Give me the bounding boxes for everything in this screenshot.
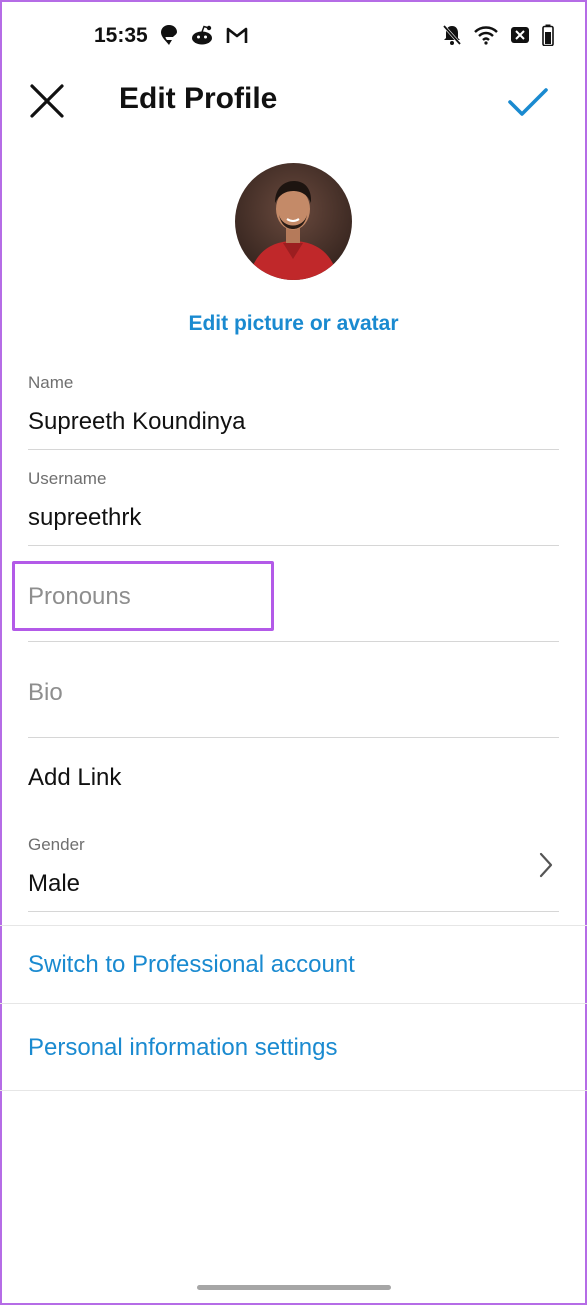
pronouns-highlight-box xyxy=(12,561,274,631)
mute-bell-icon xyxy=(442,25,462,45)
name-label: Name xyxy=(28,373,74,392)
notification-icons xyxy=(160,24,248,46)
bio-placeholder: Bio xyxy=(28,679,63,706)
wifi-icon xyxy=(474,26,498,45)
status-time: 15:35 xyxy=(94,24,148,47)
name-field[interactable]: Name Supreeth Koundinya xyxy=(28,368,559,450)
page-title: Edit Profile xyxy=(119,82,278,115)
chevron-right-icon[interactable] xyxy=(537,851,555,879)
personal-info-settings-link[interactable]: Personal information settings xyxy=(28,1034,338,1062)
name-value: Supreeth Koundinya xyxy=(28,408,246,435)
username-label: Username xyxy=(28,469,107,488)
battery-icon xyxy=(542,24,554,46)
profile-avatar[interactable] xyxy=(235,163,352,280)
divider xyxy=(0,1003,587,1004)
gender-label: Gender xyxy=(28,835,85,854)
gmail-icon xyxy=(226,27,248,43)
top-app-bar: Edit Profile xyxy=(0,72,587,132)
home-indicator[interactable] xyxy=(197,1285,391,1290)
swiggy-icon xyxy=(161,25,177,45)
bio-field[interactable]: Bio xyxy=(28,656,559,738)
add-link-button[interactable]: Add Link xyxy=(28,764,121,792)
divider xyxy=(0,925,587,926)
username-field[interactable]: Username supreethrk xyxy=(28,464,559,546)
edit-picture-link[interactable]: Edit picture or avatar xyxy=(0,312,587,336)
switch-professional-link[interactable]: Switch to Professional account xyxy=(28,951,355,979)
system-icons xyxy=(442,24,554,46)
close-button[interactable] xyxy=(26,80,68,122)
sim-off-icon xyxy=(511,27,529,43)
status-bar: 15:35 xyxy=(0,0,587,72)
check-icon xyxy=(508,88,548,116)
done-button[interactable] xyxy=(505,78,551,124)
gender-field[interactable]: Gender Male xyxy=(28,830,559,912)
reddit-icon xyxy=(192,25,212,45)
close-icon xyxy=(30,84,64,118)
divider xyxy=(0,1090,587,1091)
username-value: supreethrk xyxy=(28,504,142,531)
profile-photo xyxy=(235,163,352,280)
gender-value: Male xyxy=(28,870,81,897)
